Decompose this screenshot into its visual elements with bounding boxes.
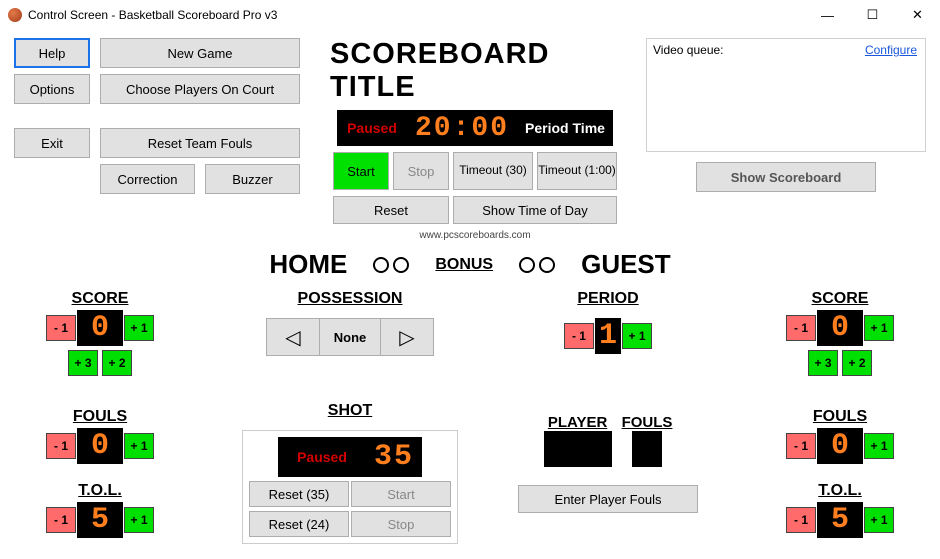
home-tol-minus1[interactable]: - 1 xyxy=(46,507,76,533)
player-fouls-value xyxy=(632,431,662,467)
clock-start-button[interactable]: Start xyxy=(333,152,389,190)
home-score-plus3[interactable]: + 3 xyxy=(68,350,98,376)
timeout-100-button[interactable]: Timeout (1:00) xyxy=(537,152,617,190)
reset-team-fouls-button[interactable]: Reset Team Fouls xyxy=(100,128,300,158)
guest-bonus-indicators xyxy=(519,257,555,273)
guest-fouls-plus1[interactable]: + 1 xyxy=(864,433,894,459)
player-value xyxy=(544,431,612,467)
home-tol-value: 5 xyxy=(77,502,123,538)
period-plus1[interactable]: + 1 xyxy=(622,323,652,349)
enter-player-fouls-button[interactable]: Enter Player Fouls xyxy=(518,485,698,513)
home-fouls-label: FOULS xyxy=(73,408,127,426)
home-tol-label: T.O.L. xyxy=(78,482,122,500)
home-bonus-indicators xyxy=(373,257,409,273)
correction-button[interactable]: Correction xyxy=(100,164,195,194)
home-score-label: SCORE xyxy=(72,290,129,308)
home-score-plus1[interactable]: + 1 xyxy=(124,315,154,341)
clock-paused-label: Paused xyxy=(337,110,407,146)
shot-clock-box: Paused 35 Reset (35) Start Reset (24) St… xyxy=(242,430,458,544)
new-game-button[interactable]: New Game xyxy=(100,38,300,68)
video-queue-box: Video queue: Configure xyxy=(646,38,926,152)
guest-label: GUEST xyxy=(581,249,671,280)
player-fouls-label: FOULS xyxy=(622,414,673,431)
scoreboard-title: SCOREBOARD TITLE xyxy=(330,38,620,104)
bonus-label: BONUS xyxy=(435,256,493,274)
home-score-minus1[interactable]: - 1 xyxy=(46,315,76,341)
shot-time-value: 35 xyxy=(366,437,422,477)
possession-label: POSSESSION xyxy=(298,290,403,308)
options-button[interactable]: Options xyxy=(14,74,90,104)
guest-fouls-value: 0 xyxy=(817,428,863,464)
titlebar: Control Screen - Basketball Scoreboard P… xyxy=(0,0,940,30)
home-fouls-plus1[interactable]: + 1 xyxy=(124,433,154,459)
guest-score-minus1[interactable]: - 1 xyxy=(786,315,816,341)
guest-tol-value: 5 xyxy=(817,502,863,538)
choose-players-button[interactable]: Choose Players On Court xyxy=(100,74,300,104)
show-scoreboard-button[interactable]: Show Scoreboard xyxy=(696,162,876,192)
home-fouls-minus1[interactable]: - 1 xyxy=(46,433,76,459)
guest-fouls-minus1[interactable]: - 1 xyxy=(786,433,816,459)
guest-score-label: SCORE xyxy=(812,290,869,308)
close-button[interactable]: ✕ xyxy=(895,0,940,30)
period-label: PERIOD xyxy=(577,290,638,308)
bonus-row: HOME BONUS GUEST xyxy=(14,249,926,280)
exit-button[interactable]: Exit xyxy=(14,128,90,158)
guest-tol-minus1[interactable]: - 1 xyxy=(786,507,816,533)
guest-score-plus1[interactable]: + 1 xyxy=(864,315,894,341)
game-clock-display: Paused 20:00 Period Time xyxy=(337,110,613,146)
minimize-button[interactable]: — xyxy=(805,0,850,30)
guest-score-plus2[interactable]: + 2 xyxy=(842,350,872,376)
timeout-30-button[interactable]: Timeout (30) xyxy=(453,152,533,190)
shot-paused-label: Paused xyxy=(278,437,366,477)
shot-start-button[interactable]: Start xyxy=(351,481,451,507)
home-label: HOME xyxy=(269,249,347,280)
buzzer-button[interactable]: Buzzer xyxy=(205,164,300,194)
window-title: Control Screen - Basketball Scoreboard P… xyxy=(28,8,805,22)
configure-link[interactable]: Configure xyxy=(865,43,917,57)
home-tol-plus1[interactable]: + 1 xyxy=(124,507,154,533)
guest-fouls-label: FOULS xyxy=(813,408,867,426)
clock-reset-button[interactable]: Reset xyxy=(333,196,449,224)
home-score-plus2[interactable]: + 2 xyxy=(102,350,132,376)
url-label: www.pcscoreboards.com xyxy=(419,230,530,241)
possession-left-button[interactable]: ◁ xyxy=(266,318,320,356)
maximize-button[interactable]: ☐ xyxy=(850,0,895,30)
home-score-value: 0 xyxy=(77,310,123,346)
period-value: 1 xyxy=(595,318,621,354)
guest-tol-plus1[interactable]: + 1 xyxy=(864,507,894,533)
guest-score-value: 0 xyxy=(817,310,863,346)
shot-stop-button[interactable]: Stop xyxy=(351,511,451,537)
home-fouls-value: 0 xyxy=(77,428,123,464)
guest-score-plus3[interactable]: + 3 xyxy=(808,350,838,376)
help-button[interactable]: Help xyxy=(14,38,90,68)
shot-reset-35-button[interactable]: Reset (35) xyxy=(249,481,349,507)
shot-label: SHOT xyxy=(328,402,372,420)
shot-reset-24-button[interactable]: Reset (24) xyxy=(249,511,349,537)
clock-time: 20:00 xyxy=(407,110,517,146)
guest-tol-label: T.O.L. xyxy=(818,482,862,500)
video-queue-label: Video queue: xyxy=(653,43,724,57)
clock-stop-button[interactable]: Stop xyxy=(393,152,449,190)
possession-right-button[interactable]: ▷ xyxy=(380,318,434,356)
app-icon xyxy=(8,8,22,22)
show-time-of-day-button[interactable]: Show Time of Day xyxy=(453,196,617,224)
home-column: SCORE - 1 0 + 1 + 3 + 2 FOULS - 1 0 + 1 xyxy=(20,290,180,544)
period-minus1[interactable]: - 1 xyxy=(564,323,594,349)
player-label: PLAYER xyxy=(548,414,607,431)
guest-column: SCORE - 1 0 + 1 + 3 + 2 FOULS - 1 0 + 1 xyxy=(760,290,920,544)
possession-value: None xyxy=(320,318,380,356)
period-time-label: Period Time xyxy=(517,110,613,146)
